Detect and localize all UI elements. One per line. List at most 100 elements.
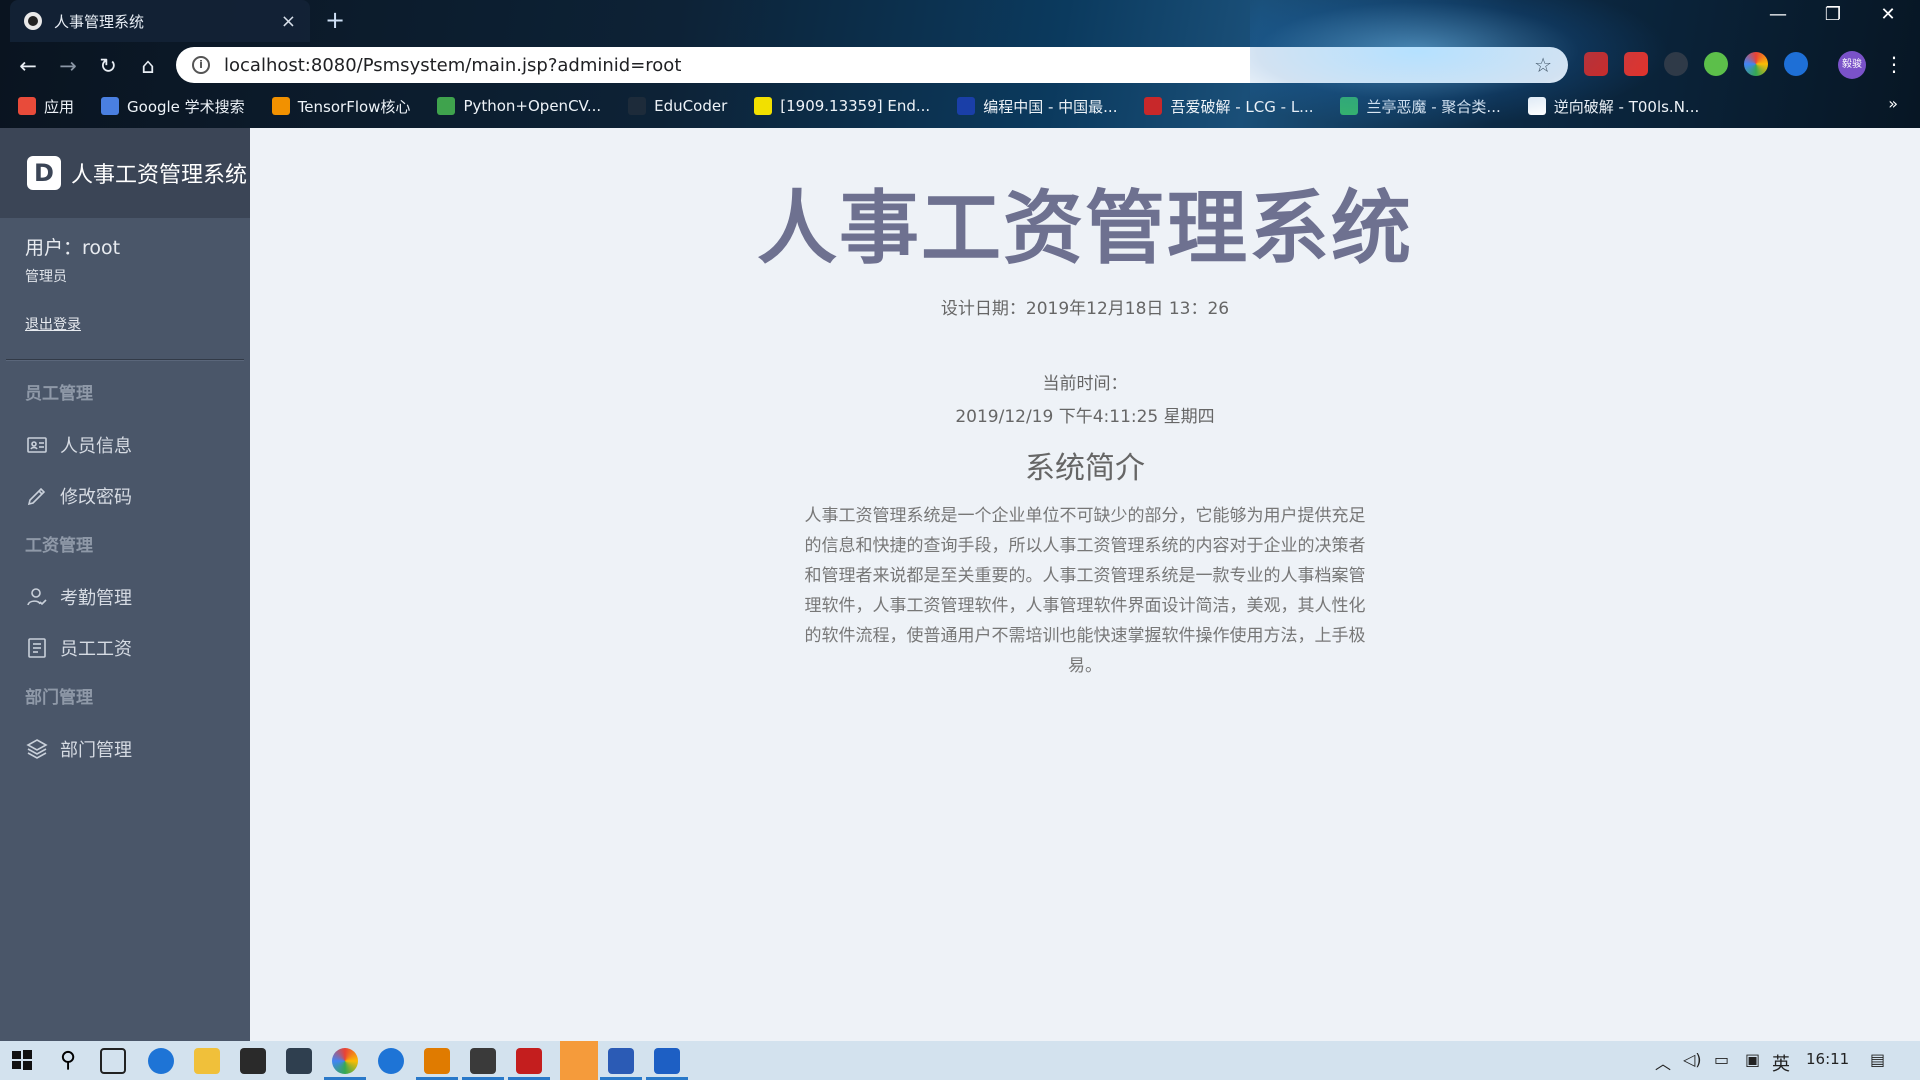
bookmark-label: Google 学术搜索 (127, 97, 245, 116)
apps-grid-icon (18, 97, 36, 115)
sidebar-item-label: 人员信息 (60, 435, 132, 457)
brand: D 人事工资管理系统 (0, 128, 250, 218)
app-icon[interactable] (470, 1048, 496, 1074)
extension-icon[interactable] (1744, 52, 1768, 76)
bookmark-label: TensorFlow核心 (297, 97, 411, 116)
sidebar-item-change-password[interactable]: 修改密码 (0, 470, 250, 521)
profile-avatar[interactable]: 毅骏 (1838, 51, 1866, 79)
id-card-icon (25, 433, 49, 457)
bookmark-item[interactable]: 兰亭恶魔 - 聚合类... (1340, 96, 1501, 117)
bookmark-item[interactable]: Python+OpenCV... (437, 97, 601, 115)
browser-menu-icon[interactable]: ⋮ (1884, 52, 1904, 76)
bookmark-favicon-icon (628, 97, 647, 115)
design-date: 设计日期：2019年12月18日 13：26 (940, 299, 1230, 319)
sidebar-item-department[interactable]: 部门管理 (0, 723, 250, 774)
chrome-icon[interactable] (332, 1048, 358, 1074)
user-block: 用户：root 管理员 退出登录 (0, 218, 250, 334)
visual-studio-icon[interactable] (654, 1048, 680, 1074)
extension-icon[interactable] (1704, 52, 1728, 76)
intro-title: 系统简介 (1025, 451, 1145, 486)
page-title: 人事工资管理系统 (757, 182, 1413, 275)
user-role: 管理员 (25, 269, 67, 285)
sidebar-item-attendance[interactable]: 考勤管理 (0, 571, 250, 622)
edge-icon[interactable] (148, 1048, 174, 1074)
volume-icon[interactable]: ◁) (1683, 1050, 1702, 1069)
user-name: 用户：root (25, 237, 121, 259)
bookmark-favicon-icon (1340, 97, 1359, 115)
bookmark-favicon-icon (1527, 97, 1546, 115)
intro-text: 人事工资管理系统是一个企业单位不可缺少的部分，它能够为用户提供充足的信息和快捷的… (804, 506, 1366, 676)
bookmark-label: [1909.13359] End... (780, 97, 931, 115)
minimize-icon[interactable]: — (1758, 4, 1798, 25)
sidebar-item-employee-salary[interactable]: 员工工资 (0, 622, 250, 673)
ime-indicator[interactable]: 英 (1772, 1050, 1790, 1076)
bookmark-item[interactable]: TensorFlow核心 (271, 96, 411, 117)
mail-icon[interactable] (286, 1048, 312, 1074)
battery-icon[interactable]: ▭ (1714, 1050, 1729, 1069)
bookmark-item[interactable]: 编程中国 - 中国最... (957, 96, 1117, 117)
taskbar: ⚲ ︿ ◁) ▭ ▣ 英 16:11 ▤ (0, 1041, 1920, 1080)
clock[interactable]: 16:11 (1806, 1050, 1849, 1068)
bookmark-favicon-icon (437, 97, 456, 115)
bookmark-star-icon[interactable]: ☆ (1534, 53, 1552, 77)
sidebar-item-personnel-info[interactable]: 人员信息 (0, 419, 250, 470)
restore-icon[interactable]: ❐ (1813, 4, 1853, 25)
bookmark-label: 应用 (44, 97, 75, 116)
browser-tab[interactable]: 人事管理系统 × (10, 0, 310, 42)
notifications-icon[interactable]: ▤ (1870, 1050, 1885, 1069)
network-icon[interactable]: ▣ (1745, 1050, 1760, 1069)
browser-chrome: 人事管理系统 × + — ❐ ✕ ← → ↻ ⌂ i localhost:808… (0, 0, 1920, 128)
bookmark-item[interactable]: 应用 (18, 96, 74, 117)
bookmark-item[interactable]: [1909.13359] End... (754, 97, 930, 115)
current-time-label: 当前时间： (1042, 374, 1128, 394)
extension-icon[interactable] (1624, 52, 1648, 76)
url-text[interactable]: localhost:8080/Psmsystem/main.jsp?admini… (224, 55, 1534, 76)
file-explorer-icon[interactable] (194, 1048, 220, 1074)
bookmark-favicon-icon (754, 97, 773, 115)
reload-icon[interactable]: ↻ (94, 52, 122, 80)
app-icon[interactable] (560, 1041, 598, 1080)
forward-icon[interactable]: → (54, 52, 82, 80)
sidebar-item-label: 考勤管理 (60, 587, 132, 609)
group-head-department: 部门管理 (25, 688, 93, 708)
task-view-icon[interactable] (100, 1048, 126, 1074)
address-bar[interactable]: i localhost:8080/Psmsystem/main.jsp?admi… (176, 47, 1568, 83)
bookmark-favicon-icon (1144, 97, 1163, 115)
acrobat-icon[interactable] (516, 1048, 542, 1074)
main-content: 人事工资管理系统 设计日期：2019年12月18日 13：26 当前时间： 20… (250, 128, 1920, 1041)
tab-close-icon[interactable]: × (281, 11, 296, 32)
bookmark-label: 逆向破解 - T00ls.N... (1553, 97, 1700, 116)
group-head-salary: 工资管理 (25, 536, 93, 556)
store-icon[interactable] (240, 1048, 266, 1074)
logout-link[interactable]: 退出登录 (25, 314, 81, 334)
sublime-icon[interactable] (424, 1048, 450, 1074)
bookmark-favicon-icon (101, 97, 120, 115)
word-icon[interactable] (608, 1048, 634, 1074)
close-window-icon[interactable]: ✕ (1868, 4, 1908, 25)
search-icon[interactable]: ⚲ (55, 1048, 81, 1074)
bookmark-item[interactable]: 逆向破解 - T00ls.N... (1527, 96, 1700, 117)
bookmarks-more-icon[interactable]: » (1888, 94, 1898, 113)
tray-overflow-icon[interactable]: ︿ (1655, 1050, 1671, 1074)
bookmark-label: Python+OpenCV... (463, 97, 602, 115)
help-icon[interactable] (378, 1048, 404, 1074)
adblock-extension-icon[interactable] (1584, 52, 1608, 76)
bookmark-item[interactable]: EduCoder (628, 97, 727, 115)
bookmark-item[interactable]: Google 学术搜索 (101, 96, 245, 117)
bookmark-favicon-icon (957, 97, 976, 115)
windows-start-icon[interactable] (10, 1048, 36, 1074)
group-head-employee: 员工管理 (25, 384, 93, 404)
bookmark-label: EduCoder (654, 97, 728, 115)
brand-title: 人事工资管理系统 (71, 163, 248, 188)
back-icon[interactable]: ← (14, 52, 42, 80)
home-icon[interactable]: ⌂ (134, 52, 162, 80)
new-tab-button[interactable]: + (325, 6, 345, 34)
site-info-icon[interactable]: i (192, 56, 210, 74)
extension-icon[interactable] (1664, 52, 1688, 76)
bookmark-label: 吾爱破解 - LCG - L... (1170, 97, 1314, 116)
hp-extension-icon[interactable] (1784, 52, 1808, 76)
current-time-value: 2019/12/19 下午4:11:25 星期四 (955, 407, 1215, 427)
layers-icon (25, 737, 49, 761)
document-icon (25, 636, 49, 660)
bookmark-item[interactable]: 吾爱破解 - LCG - L... (1144, 96, 1313, 117)
